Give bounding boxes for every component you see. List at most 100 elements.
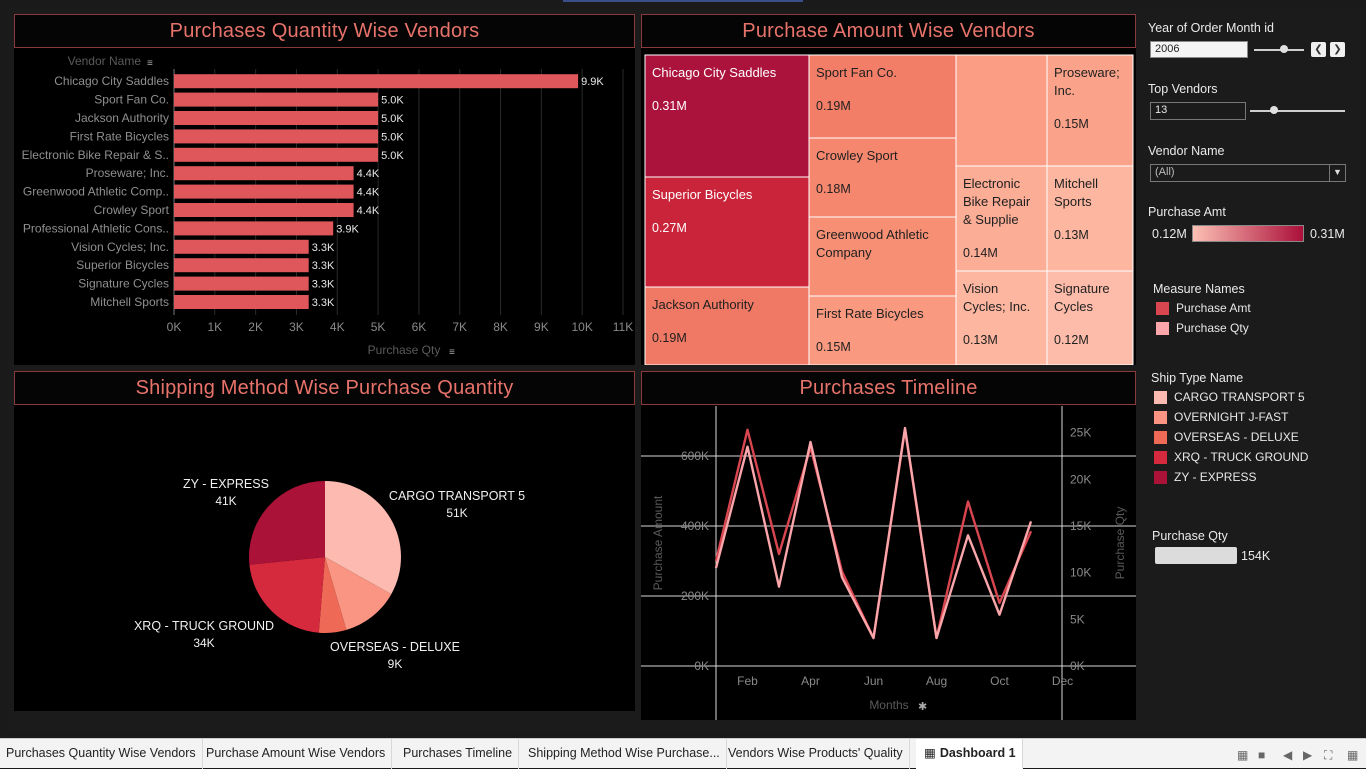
pie-slice-name: ZY - EXPRESS [183,477,269,491]
y-right-tick-label: 0K [1070,659,1085,673]
y-left-tick-label: 600K [681,449,709,463]
ship-legend-item[interactable]: CARGO TRANSPORT 5 [1154,390,1354,406]
bar [174,258,309,273]
amt-treemap[interactable]: Chicago City Saddles 0.31M Superior Bicycl… [641,49,1136,365]
chevron-left-icon[interactable]: ❮ [1311,42,1326,57]
legend-label: XRQ - TRUCK GROUND [1174,450,1309,464]
qty-bar-chart[interactable]: 0K 1K 2K 3K 4K 5K 6K 7K 8K 9K 10K 11K Vendor Name ≡ Pu… [14,49,635,365]
x-tick-label: 6K [412,320,427,334]
x-axis-title: Months [869,698,908,712]
top-vendors-input[interactable]: 13 [1150,102,1246,120]
grid-icon[interactable]: ▦ [1347,748,1358,762]
treemap-cell-value: 0.13M [963,333,998,347]
ship-legend-item[interactable]: XRQ - TRUCK GROUND [1154,450,1354,466]
measure-legend-item[interactable]: Purchase Qty [1156,321,1336,337]
treemap-cell-value: 0.14M [963,246,998,260]
pin-icon: ✱ [918,701,927,713]
amt-legend-max: 0.31M [1310,227,1345,241]
x-tick-label: 7K [452,320,467,334]
qty-panel-title: Purchases Quantity Wise Vendors [14,14,635,48]
dashboard-icon: ▦ [924,746,936,760]
x-tick-label: Apr [801,674,820,688]
vendor-filter-dropdown[interactable]: (All) ▼ [1150,164,1346,182]
treemap-cell-value: 0.15M [1054,117,1089,131]
tab-purchases-timeline[interactable]: Purchases Timeline [397,739,520,769]
x-tick-label: 9K [534,320,549,334]
legend-swatch [1154,431,1167,444]
treemap-cell-value: 0.13M [1054,228,1089,242]
time-panel: Purchases Timeline 0K 200K 400K 600K 0K 5K 10K… [641,371,1136,720]
treemap-cell-name: Company [816,245,872,260]
legend-swatch [1154,411,1167,424]
filmstrip-view-icon[interactable]: ■ [1258,748,1265,762]
treemap-cell-name: Vision [963,281,998,296]
ship-legend: CARGO TRANSPORT 5 OVERNIGHT J-FAST OVERSEA… [1154,390,1354,490]
measure-legend-item[interactable]: Purchase Amt [1156,301,1336,317]
tab-purchases-quantity[interactable]: Purchases Quantity Wise Vendors [0,739,203,769]
qty-legend-value: 154K [1241,549,1271,563]
treemap-cell-name: Sports [1054,194,1092,209]
tab-purchase-amount[interactable]: Purchase Amount Wise Vendors [200,739,393,769]
chevron-down-icon[interactable]: ▼ [1329,165,1345,181]
tab-dashboard-1-label: Dashboard 1 [939,746,1016,760]
year-slider-knob[interactable] [1280,45,1288,53]
amt-panel-title: Purchase Amount Wise Vendors [641,14,1136,48]
ship-legend-item[interactable]: ZY - EXPRESS [1154,470,1354,486]
bar-value-label: 9.9K [581,76,604,88]
x-tick-label: Jun [864,674,883,688]
ship-legend-title: Ship Type Name [1151,371,1244,385]
legend-swatch [1154,471,1167,484]
grid-view-icon[interactable]: ▦ [1237,748,1248,762]
treemap-cell-name: Cycles [1054,299,1094,314]
x-tick-label: Oct [990,674,1009,688]
chevron-right-icon[interactable]: ❯ [1330,42,1345,57]
year-filter-input[interactable]: 2006 [1150,41,1248,58]
prev-sheet-icon[interactable]: ◀ [1283,748,1292,762]
category-label: Vision Cycles; Inc. [71,240,169,254]
amt-legend-min: 0.12M [1152,227,1187,241]
series-line [714,426,1033,640]
ship-legend-item[interactable]: OVERSEAS - DELUXE [1154,430,1354,446]
time-panel-title: Purchases Timeline [641,371,1136,405]
treemap-cell-name: Electronic [963,176,1021,191]
year-slider-track[interactable] [1254,49,1304,51]
qty-legend-title: Purchase Qty [1152,529,1228,543]
category-label: Proseware; Inc. [86,166,169,180]
tab-shipping-method[interactable]: Shipping Method Wise Purchase... [522,739,727,769]
ship-panel-title: Shipping Method Wise Purchase Quantity [14,371,635,405]
fullscreen-icon[interactable]: ⛶ [1324,748,1332,763]
x-tick-label: 8K [493,320,508,334]
treemap-cell-value: 0.12M [1054,333,1089,347]
bar [174,147,379,162]
category-label: First Rate Bicycles [70,129,169,143]
bar-value-label: 5.0K [381,95,404,107]
qty-legend-bar [1155,547,1237,564]
tab-dashboard-1[interactable]: ▦ Dashboard 1 [916,739,1023,769]
legend-label: Purchase Qty [1176,321,1249,335]
timeline-line-chart[interactable]: 0K 200K 400K 600K 0K 5K 10K 15K 20K 25K Purchase A… [641,406,1136,720]
bar-value-label: 5.0K [381,131,404,143]
tab-vendors-quality[interactable]: Vendors Wise Products' Quality [722,739,910,769]
top-vendors-slider-knob[interactable] [1269,106,1278,114]
bar-value-label: 4.4K [357,187,380,199]
treemap-cell-name: Jackson Authority [652,297,754,312]
bar [174,276,309,291]
next-sheet-icon[interactable]: ▶ [1303,748,1312,762]
window-accent-bar [563,0,803,2]
top-vendors-slider-track[interactable] [1250,110,1345,112]
bar [174,74,579,89]
x-tick-label: 1K [207,320,222,334]
bar [174,129,379,144]
category-label: Sport Fan Co. [94,93,169,107]
legend-swatch [1154,391,1167,404]
treemap-cell-name: Signature [1054,281,1110,296]
ship-legend-item[interactable]: OVERNIGHT J-FAST [1154,410,1354,426]
treemap-cell-name: Sport Fan Co. [816,65,897,80]
y-right-tick-label: 20K [1070,472,1091,486]
bar-value-label: 4.4K [357,168,380,180]
ship-pie-chart[interactable]: CARGO TRANSPORT 5 51K OVERSEAS - DELUXE 9K X… [14,406,635,711]
bar [174,295,309,309]
sort-icon: ≡ [147,58,153,69]
treemap-cell-value: 0.19M [652,331,687,345]
vendor-filter-value: (All) [1155,166,1175,178]
